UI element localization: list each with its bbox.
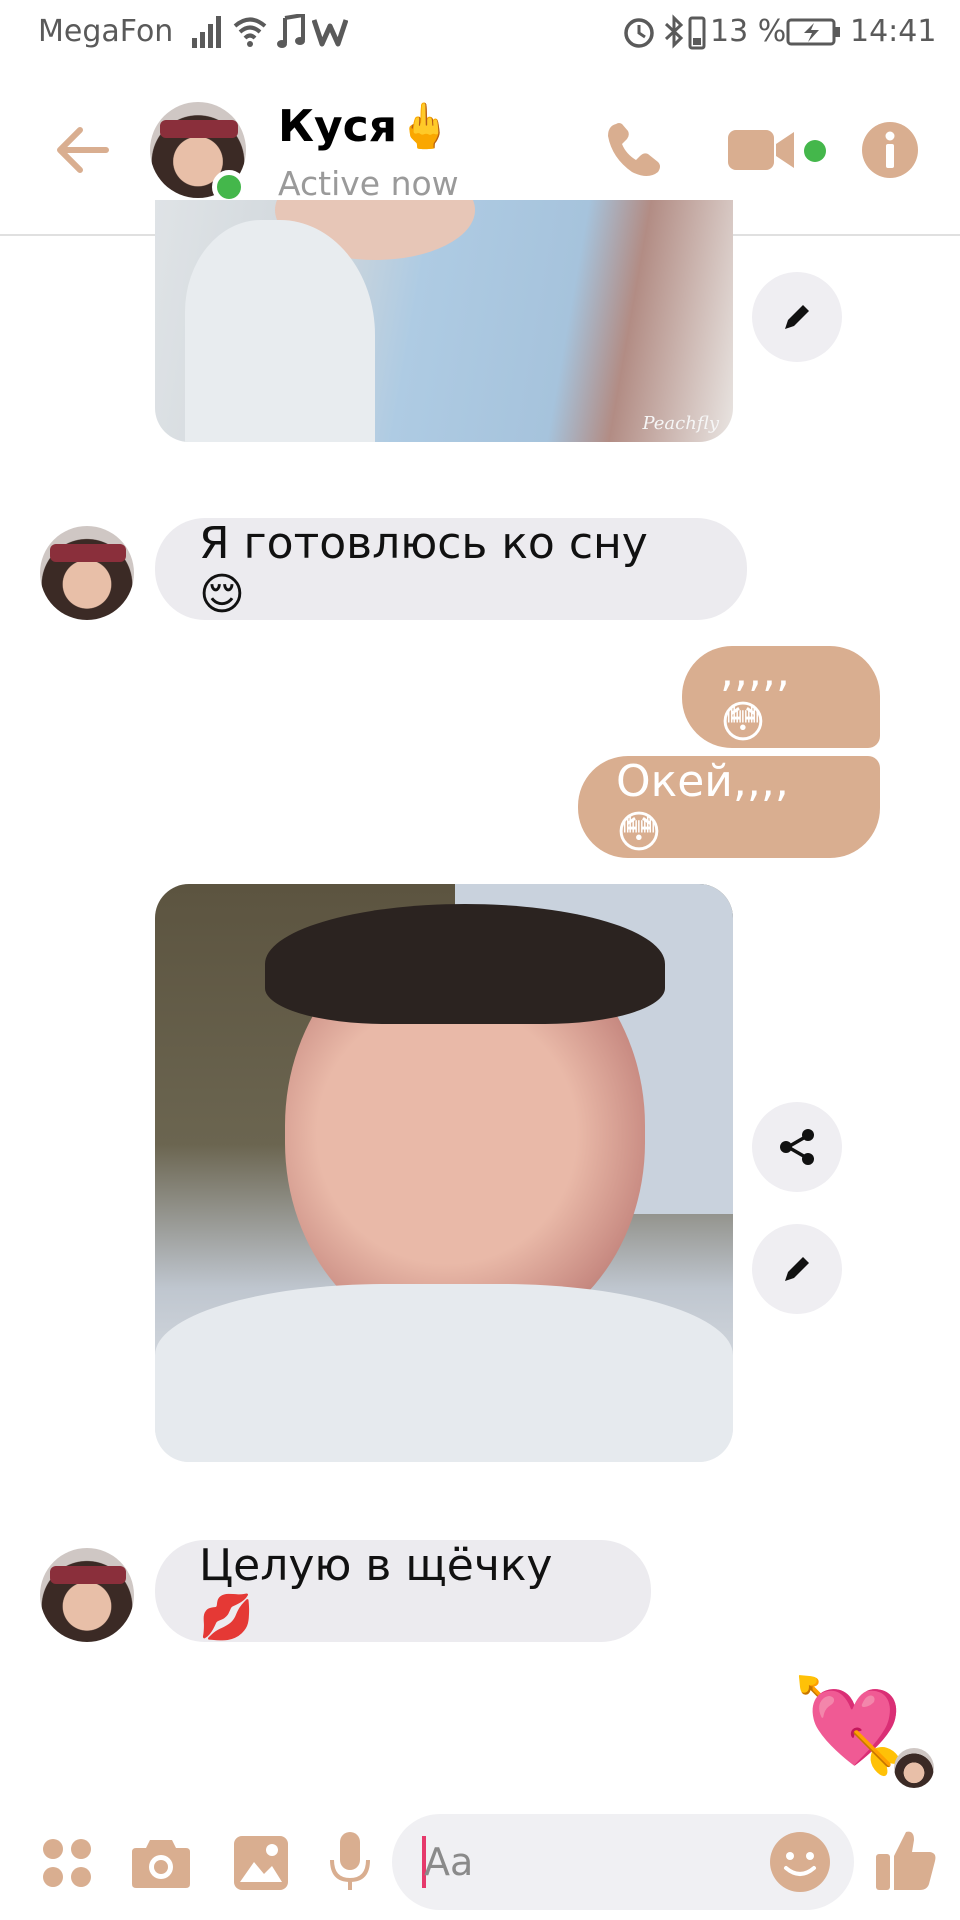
video-camera-icon[interactable]: [726, 124, 798, 176]
battery-charging-icon: [786, 18, 840, 46]
apps-grid-icon[interactable]: [40, 1836, 94, 1890]
emoji-icon[interactable]: [768, 1830, 832, 1894]
pencil-icon: [785, 305, 809, 329]
carrier-label: MegaFon: [38, 14, 174, 49]
share-icon: [780, 1129, 814, 1165]
message-text: Целую в щёчку 💋: [199, 1539, 553, 1643]
sender-avatar[interactable]: [40, 1548, 134, 1642]
received-photo[interactable]: [155, 884, 733, 1462]
back-arrow-icon[interactable]: [52, 120, 112, 180]
message-input-placeholder: Aa: [424, 1840, 474, 1884]
outgoing-sticker[interactable]: 💘: [792, 1680, 907, 1772]
status-bar: MegaFon 13 % 14:41: [0, 0, 960, 64]
info-icon[interactable]: [860, 120, 920, 180]
received-photo[interactable]: Peachfly: [155, 200, 733, 442]
bluetooth-icon: [664, 14, 684, 49]
battery-level-icon: [688, 16, 706, 50]
phone-icon[interactable]: [602, 118, 666, 182]
message-text: Я готовлюсь ко сну 😌: [199, 518, 648, 620]
message-text: ,,,,, 😳: [720, 646, 790, 748]
alarm-icon: [624, 18, 654, 48]
message-text: Окей,,,, 😳: [616, 756, 789, 858]
outgoing-message[interactable]: Окей,,,, 😳: [578, 756, 880, 858]
clock-time: 14:41: [850, 14, 937, 49]
pencil-icon: [785, 1257, 809, 1281]
edit-photo-button[interactable]: [752, 1224, 842, 1314]
incoming-message[interactable]: Я готовлюсь ко сну 😌: [155, 518, 747, 620]
wifi-icon: [233, 17, 267, 47]
contact-status: Active now: [278, 164, 459, 203]
seen-avatar: [894, 1748, 934, 1788]
online-indicator: [212, 170, 246, 204]
microphone-icon[interactable]: [328, 1830, 372, 1894]
app-w-icon: [312, 19, 348, 47]
contact-name[interactable]: Куся🖕: [278, 100, 452, 152]
edit-photo-button[interactable]: [752, 272, 842, 362]
battery-percent: 13 %: [710, 14, 787, 49]
video-available-dot: [804, 140, 826, 162]
sender-avatar[interactable]: [40, 526, 134, 620]
signal-icon: [192, 16, 221, 48]
gallery-icon[interactable]: [232, 1834, 290, 1892]
thumbs-up-icon[interactable]: [874, 1826, 938, 1894]
incoming-message[interactable]: Целую в щёчку 💋: [155, 1539, 651, 1643]
photo-watermark: Peachfly: [642, 413, 719, 434]
camera-icon[interactable]: [130, 1834, 192, 1890]
outgoing-message[interactable]: ,,,,, 😳: [682, 646, 880, 748]
share-photo-button[interactable]: [752, 1102, 842, 1192]
music-note-icon: [277, 14, 305, 48]
